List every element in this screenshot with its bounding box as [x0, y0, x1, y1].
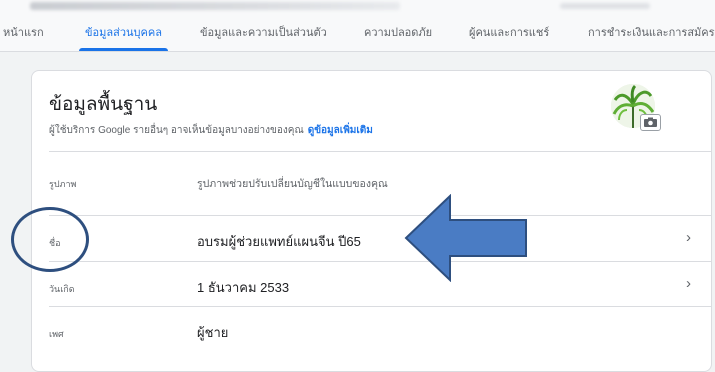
row-photo-description: รูปภาพช่วยปรับเปลี่ยนบัญชีในแบบของคุณ: [197, 178, 388, 190]
row-birthday-value: 1 ธันวาคม 2533: [197, 280, 290, 295]
row-name-value: อบรมผู้ช่วยแพทย์แผนจีน ปี65: [197, 234, 361, 249]
chevron-right-icon: ›: [686, 275, 691, 292]
row-birthday-label: วันเกิด: [49, 284, 75, 294]
tab-security[interactable]: ความปลอดภัย: [364, 14, 432, 51]
tab-data-privacy[interactable]: ข้อมูลและความเป็นส่วนตัว: [200, 14, 327, 51]
card-subtitle-text: ผู้ใช้บริการ Google รายอื่นๆ อาจเห็นข้อม…: [49, 125, 304, 136]
row-gender-value: ผู้ชาย: [197, 325, 229, 340]
row-birthday[interactable]: วันเกิด 1 ธันวาคม 2533 ›: [49, 261, 711, 307]
nav-tabs: หน้าแรก ข้อมูลส่วนบุคคล ข้อมูลและความเป็…: [0, 14, 715, 52]
camera-icon[interactable]: [640, 114, 661, 131]
tab-personal-info[interactable]: ข้อมูลส่วนบุคคล: [79, 14, 168, 51]
row-gender-label: เพศ: [49, 329, 64, 339]
top-blurred-banner: [0, 0, 715, 14]
card-subtitle: ผู้ใช้บริการ Google รายอื่นๆ อาจเห็นข้อม…: [49, 123, 373, 138]
learn-more-link[interactable]: ดูข้อมูลเพิ่มเติม: [308, 125, 373, 136]
annotation-circle: [11, 207, 89, 272]
tab-home[interactable]: หน้าแรก: [3, 14, 44, 51]
chevron-right-icon: ›: [686, 229, 691, 246]
row-photo[interactable]: รูปภาพ รูปภาพช่วยปรับเปลี่ยนบัญชีในแบบขอ…: [49, 151, 711, 216]
row-photo-label: รูปภาพ: [49, 179, 77, 189]
card-title: ข้อมูลพื้นฐาน: [49, 94, 158, 115]
annotation-arrow-left: [404, 194, 527, 282]
basic-info-card: ข้อมูลพื้นฐาน ผู้ใช้บริการ Google รายอื่…: [31, 70, 712, 372]
row-gender[interactable]: เพศ ผู้ชาย: [49, 306, 711, 352]
tab-people-sharing[interactable]: ผู้คนและการแชร์: [469, 14, 549, 51]
row-name[interactable]: ชื่อ อบรมผู้ช่วยแพทย์แผนจีน ปี65 ›: [49, 215, 711, 262]
tab-payments-subscriptions[interactable]: การชำระเงินและการสมัครรับ: [588, 14, 715, 51]
